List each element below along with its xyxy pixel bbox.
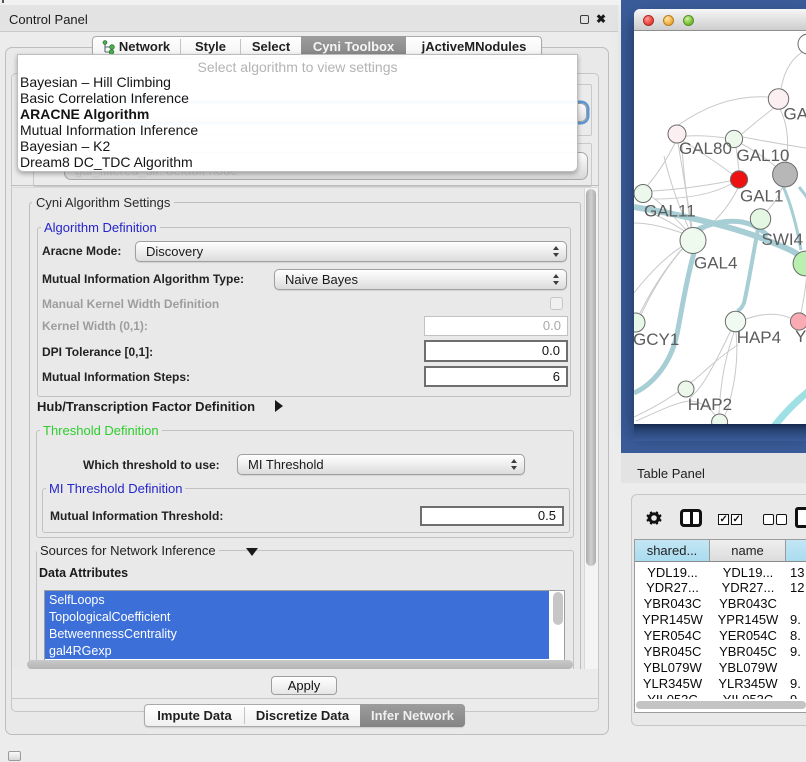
svg-text:GAL80: GAL80 — [679, 139, 732, 158]
svg-text:GAL4: GAL4 — [694, 254, 737, 273]
svg-text:HAP4: HAP4 — [737, 328, 781, 347]
svg-text:GAL1: GAL1 — [740, 186, 783, 205]
svg-text:HAP2: HAP2 — [688, 395, 732, 414]
svg-text:SWI4: SWI4 — [762, 230, 804, 249]
svg-text:Y: Y — [795, 327, 806, 346]
svg-text:GAL11: GAL11 — [644, 202, 696, 221]
svg-text:GAL10: GAL10 — [737, 146, 790, 165]
svg-text:GCY1: GCY1 — [634, 330, 679, 349]
svg-text:GAL8: GAL8 — [784, 105, 806, 124]
